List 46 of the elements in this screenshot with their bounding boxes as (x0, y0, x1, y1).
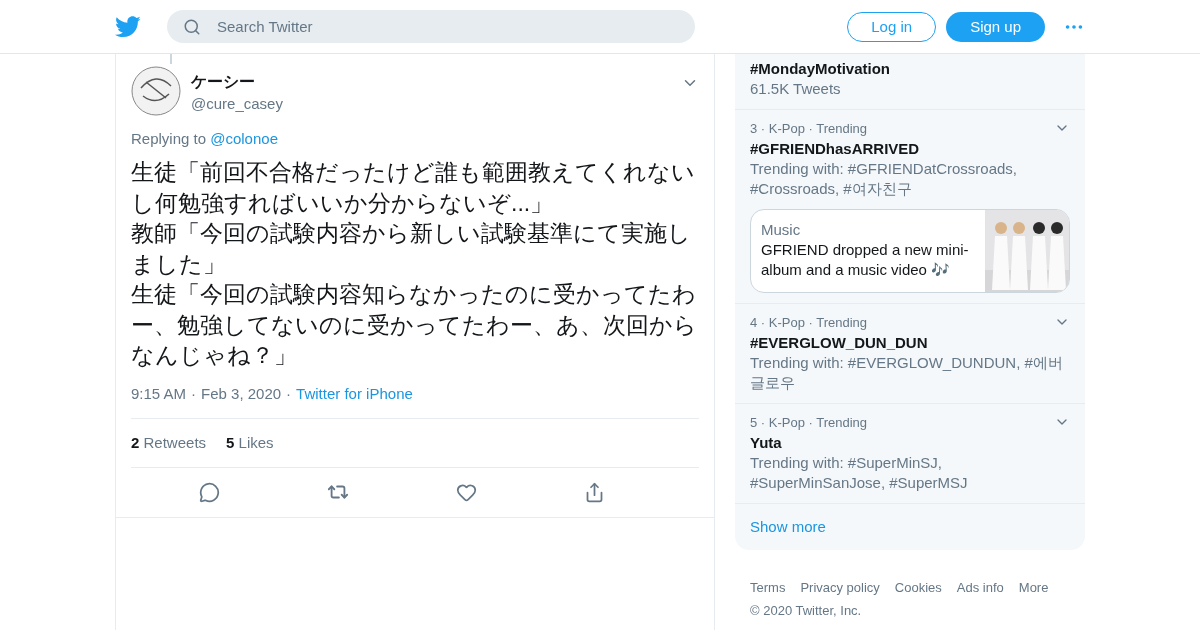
tweet-text: 生徒「今回の試験内容知らなかったのに受かってたわー、勉強してないのに受かってたわー、あ、次回からなんじゃね？」 (131, 280, 698, 370)
replying-to-text: Replying to @colonoe (131, 130, 279, 147)
news-card[interactable]: Music GFRIEND dropped a new mini-album and a music video 🎶 (750, 209, 1070, 293)
trend-meta: 4 · K-Pop · Trending (750, 314, 868, 332)
trend-meta: 3 · K-Pop · Trending (750, 120, 868, 138)
separator-dot: · (286, 384, 292, 402)
card-category: Music (761, 220, 802, 240)
trend-subtitle: Trending with: #EVERGLOW_DUNDUN, #에버글로우 (750, 353, 1064, 393)
footer-link[interactable]: © 2020 Twitter, Inc. (750, 603, 862, 618)
trend-meta: 5 · K-Pop · Trending (750, 414, 868, 432)
tweet-stat[interactable]: 5 Likes (226, 434, 274, 451)
bird-logo-icon[interactable] (115, 15, 141, 38)
card-text: GFRIEND dropped a new mini-album and a music video 🎶 (761, 240, 970, 280)
mention-link[interactable]: @colonoe (210, 130, 278, 147)
footer-link[interactable]: More (1018, 580, 1049, 595)
reply-icon[interactable] (198, 481, 220, 503)
signup-button[interactable]: Sign up (946, 11, 1045, 42)
trend-subtitle: 61.5K Tweets (750, 79, 842, 99)
search-icon (183, 18, 201, 36)
author-handle: @cure_casey (191, 95, 284, 112)
footer-link[interactable]: Cookies (894, 580, 942, 595)
trend-title: Yuta (750, 433, 783, 453)
trend-subtitle: Trending with: #SuperMinSJ, #SuperMinSanJose, #SuperMSJ (750, 453, 969, 493)
trend-item[interactable]: 3 · K-Pop · Trending #GFRIENDhasARRIVED Trending with: #GFRIENDatCrossroads, #Crossroads, #여자친구 Music GFRIEND dropped a new mini-album and a music video 🎶 (735, 110, 1085, 304)
tweet-date: Feb 3, 2020 (201, 384, 282, 402)
separator-dot: · (191, 384, 197, 402)
tweet-text: 教師「今回の試験内容から新しい試験基準にて実施しました」 (131, 219, 692, 279)
trend-subtitle: Trending with: #GFRIENDatCrossroads, #Crossroads, #여자친구 (750, 159, 1019, 199)
author-name: ケーシー (191, 72, 256, 92)
footer-link[interactable]: Privacy policy (800, 580, 880, 595)
source-link[interactable]: Twitter for iPhone (296, 384, 413, 402)
footer-link[interactable]: Ads info (956, 580, 1004, 595)
tweet-time: 9:15 AM (131, 384, 187, 402)
trend-title: #EVERGLOW_DUN_DUN (750, 333, 929, 353)
search-field[interactable]: Search Twitter (167, 10, 695, 43)
tweet-text: 生徒「前回不合格だったけど誰も範囲教えてくれないし何勉強すればいいか分からないぞ...」 (131, 158, 696, 218)
trend-item[interactable]: 5 · K-Pop · Trending Yuta Trending with: #SuperMinSJ, #SuperMinSanJose, #SuperMSJ (735, 404, 1085, 504)
trend-item[interactable]: 4 · K-Pop · Trending #EVERGLOW_DUN_DUN Trending with: #EVERGLOW_DUNDUN, #에버글로우 (735, 304, 1085, 404)
avatar[interactable] (131, 66, 181, 116)
tweet-stat[interactable]: 2 Retweets (131, 434, 207, 451)
login-button[interactable]: Log in (847, 11, 937, 42)
trend-title: #GFRIENDhasARRIVED (750, 139, 921, 159)
show-more-link[interactable]: Show more (735, 504, 1085, 550)
trend-item[interactable]: #MondayMotivation 61.5K Tweets (735, 54, 1085, 110)
trend-title: #MondayMotivation (750, 59, 891, 79)
footer-link[interactable]: Terms (750, 580, 786, 595)
